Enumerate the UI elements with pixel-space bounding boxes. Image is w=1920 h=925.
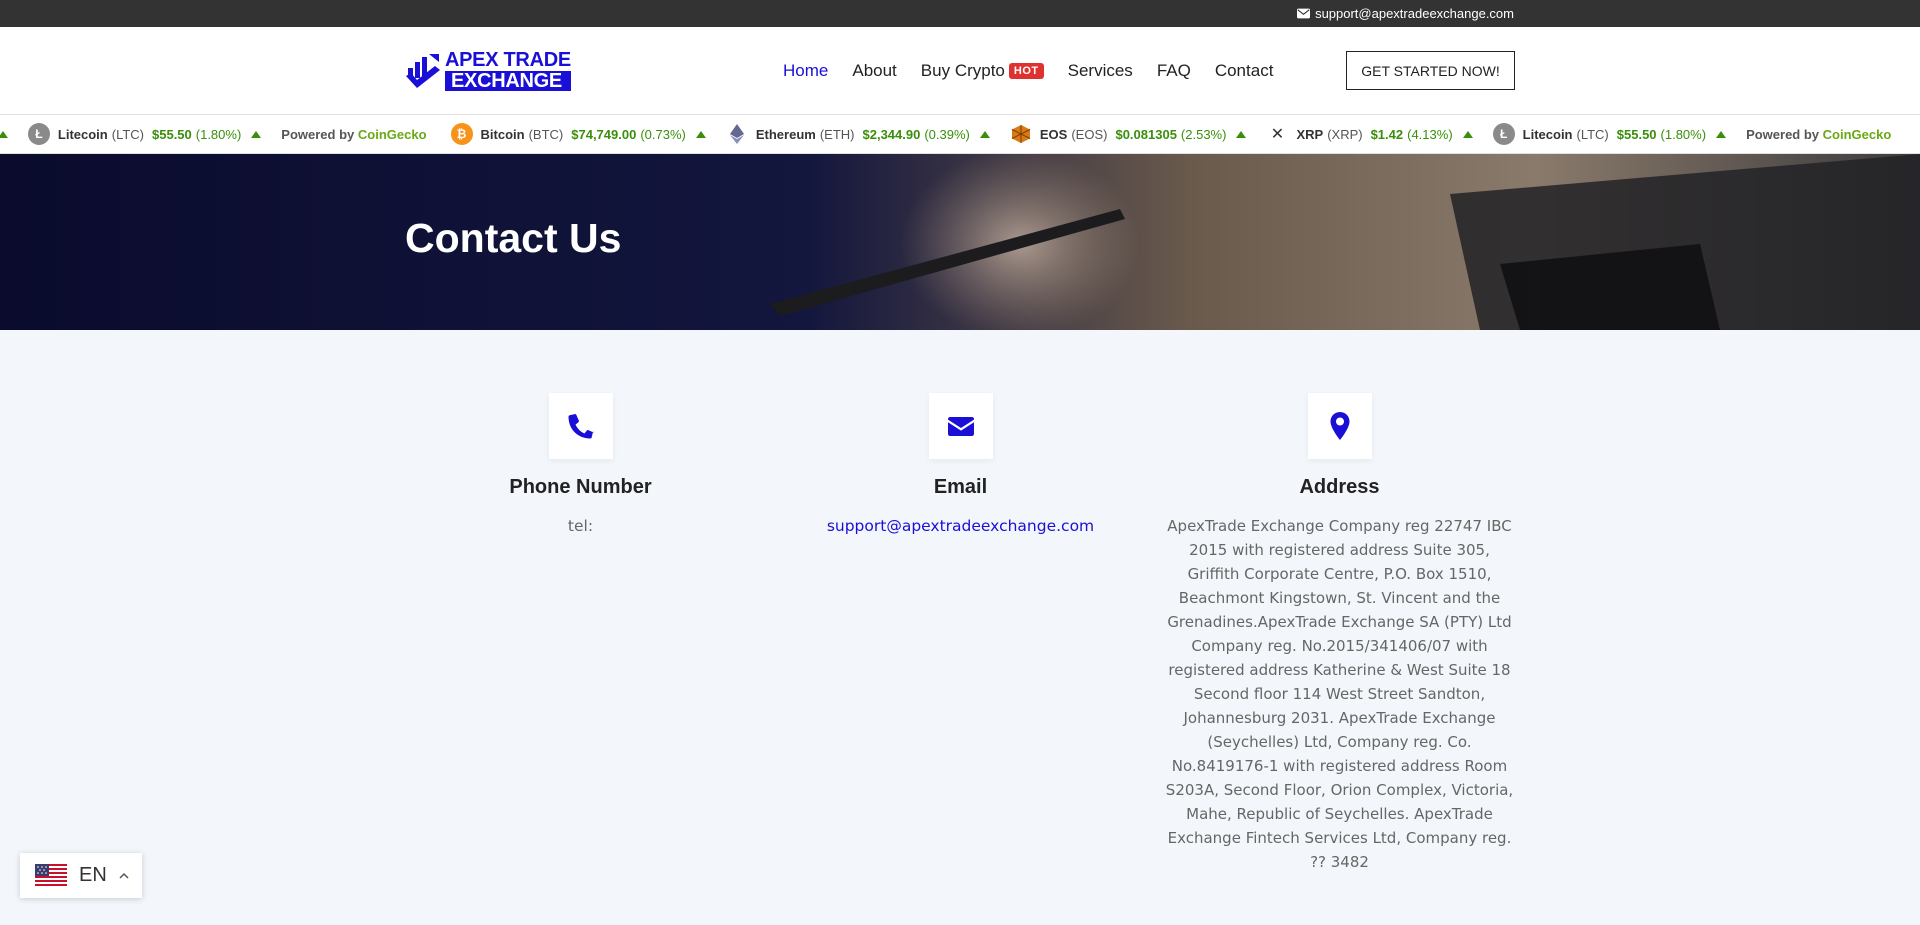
site-header: APEX TRADE EXCHANGE Home About Buy Crypt… — [0, 27, 1920, 114]
nav-item-buy-crypto-label: Buy Crypto — [920, 60, 1005, 80]
ticker-coin-change: (0.39%) — [924, 126, 970, 142]
litecoin-icon: Ł — [27, 123, 50, 145]
litecoin-icon: Ł — [1492, 123, 1515, 145]
up-arrow-icon — [1462, 130, 1473, 138]
ticker-powered-by[interactable]: Powered by CoinGecko — [281, 127, 426, 142]
ticker-powered-by[interactable]: Powered by CoinGecko — [1746, 127, 1891, 142]
ticker-coin-symbol: (LTC) — [1576, 126, 1609, 142]
ticker-item[interactable]: Ethereum (ETH) $2,344.90 (0.39%) — [726, 123, 990, 145]
price-ticker: %) Ł Litecoin (LTC) $55.50 (1.80%) Power… — [0, 114, 1920, 154]
phone-icon — [568, 414, 594, 439]
us-flag-icon — [35, 863, 67, 888]
ticker-coin-name: XRP — [1296, 126, 1324, 142]
ticker-coin-name: Bitcoin — [480, 126, 525, 142]
xrp-icon: ✕ — [1270, 126, 1285, 143]
nav-item-buy-crypto[interactable]: Buy Crypto HOT — [921, 61, 1044, 81]
logo-mark-icon — [406, 53, 440, 88]
ticker-coin-price: $1.42 — [1370, 126, 1404, 142]
logo-line-2: EXCHANGE — [445, 71, 571, 91]
envelope-icon — [1297, 8, 1311, 19]
page-hero: Contact Us — [0, 154, 1920, 330]
topbar-email-link[interactable]: support@apextradeexchange.com — [1297, 6, 1514, 21]
chevron-up-icon — [119, 872, 129, 879]
ticker-coin-price: $2,344.90 — [862, 126, 921, 142]
up-arrow-icon — [0, 130, 8, 138]
contact-phone-link[interactable]: tel: — [568, 514, 593, 538]
contact-address-card: Address ApexTrade Exchange Company reg 2… — [1162, 393, 1517, 874]
nav-item-about[interactable]: About — [852, 61, 896, 81]
logo-line-1: APEX TRADE — [445, 49, 571, 71]
site-logo[interactable]: APEX TRADE EXCHANGE — [405, 50, 571, 91]
up-arrow-icon — [979, 130, 990, 138]
language-code: EN — [79, 864, 107, 886]
map-pin-icon — [1330, 412, 1349, 440]
ticker-coin-change: (2.53%) — [1180, 126, 1227, 142]
ticker-coin-symbol: (BTC) — [528, 126, 564, 142]
hero-background-image — [0, 154, 1920, 330]
ticker-track: %) Ł Litecoin (LTC) $55.50 (1.80%) Power… — [0, 115, 1915, 153]
nav-item-faq[interactable]: FAQ — [1157, 61, 1191, 81]
contact-email-link[interactable]: support@apextradeexchange.com — [827, 514, 1094, 538]
contact-phone-card: Phone Number tel: — [403, 393, 758, 538]
main-nav: Home About Buy Crypto HOT Services FAQ C… — [783, 27, 1273, 114]
up-arrow-icon — [1236, 130, 1247, 138]
ticker-coin-change: (1.80%) — [195, 126, 242, 142]
language-selector[interactable]: EN — [20, 853, 142, 898]
ticker-coin-name: Ethereum — [755, 126, 816, 142]
ticker-coin-price: $0.081305 — [1115, 126, 1177, 142]
ticker-coin-name: Litecoin — [1522, 126, 1573, 142]
ticker-coin-name: Litecoin — [57, 126, 108, 142]
ethereum-icon — [726, 123, 748, 145]
ticker-coin-name: EOS — [1039, 126, 1068, 142]
ticker-coin-symbol: (XRP) — [1327, 126, 1363, 142]
up-arrow-icon — [1716, 130, 1727, 138]
ticker-coin-price: $74,749.00 — [571, 126, 637, 142]
ticker-coin-symbol: (EOS) — [1071, 126, 1108, 142]
ticker-item[interactable]: ✕ XRP (XRP) $1.42 (4.13%) — [1266, 123, 1473, 145]
contact-email-title: Email — [933, 476, 988, 498]
email-icon-box — [928, 393, 993, 459]
nav-item-contact[interactable]: Contact — [1215, 61, 1274, 81]
up-arrow-icon — [695, 130, 706, 138]
ticker-coin-symbol: (ETH) — [819, 126, 855, 142]
ticker-coin-change: (4.13%) — [1407, 126, 1453, 142]
topbar-email-text: support@apextradeexchange.com — [1315, 6, 1514, 21]
contact-phone-title: Phone Number — [509, 476, 652, 498]
eos-icon — [1010, 123, 1032, 145]
powered-by-brand: CoinGecko — [357, 126, 427, 142]
bitcoin-icon: ₿ — [450, 123, 473, 145]
powered-by-brand: CoinGecko — [1822, 126, 1892, 142]
hot-badge: HOT — [1008, 62, 1044, 79]
ticker-coin-price: $55.50 — [1616, 126, 1657, 142]
nav-item-services[interactable]: Services — [1068, 61, 1133, 81]
powered-by-prefix: Powered by — [281, 126, 355, 142]
ticker-item[interactable]: ₿ Bitcoin (BTC) $74,749.00 (0.73%) — [450, 123, 706, 145]
nav-item-home[interactable]: Home — [783, 61, 828, 81]
page-title: Contact Us — [405, 215, 622, 261]
phone-icon-box — [548, 393, 613, 459]
contact-address-text: ApexTrade Exchange Company reg 22747 IBC… — [1165, 517, 1514, 871]
ticker-coin-price: $55.50 — [152, 126, 192, 142]
ticker-item[interactable]: Ł Litecoin (LTC) $55.50 (1.80%) — [27, 123, 262, 145]
address-icon-box — [1307, 393, 1372, 459]
ticker-item[interactable]: Ł Litecoin (LTC) $55.50 (1.80%) — [1492, 123, 1727, 145]
get-started-button[interactable]: GET STARTED NOW! — [1346, 51, 1515, 90]
contact-email-card: Email support@apextradeexchange.com — [783, 393, 1138, 538]
contact-address-title: Address — [1299, 476, 1380, 498]
ticker-item[interactable]: EOS (EOS) $0.081305 (2.53%) — [1010, 123, 1247, 145]
envelope-icon — [947, 417, 974, 436]
up-arrow-icon — [251, 130, 262, 138]
ticker-coin-change: (1.80%) — [1660, 126, 1707, 142]
ticker-coin-symbol: (LTC) — [111, 126, 144, 142]
top-bar: support@apextradeexchange.com — [0, 0, 1920, 27]
ticker-coin-change: (0.73%) — [640, 126, 686, 142]
powered-by-prefix: Powered by — [1746, 126, 1820, 142]
